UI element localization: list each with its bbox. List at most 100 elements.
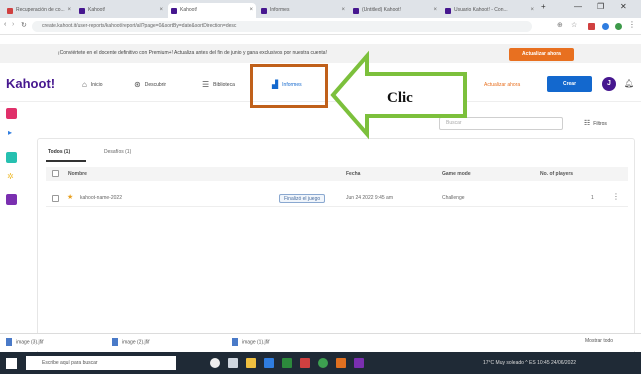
nav-item-label: Inicio bbox=[90, 81, 103, 88]
favicon-icon bbox=[261, 8, 267, 14]
task-view-icon[interactable] bbox=[228, 358, 238, 368]
close-tab-icon[interactable]: × bbox=[67, 3, 71, 18]
tab-underline bbox=[46, 160, 86, 162]
close-tab-icon[interactable]: × bbox=[159, 3, 163, 18]
favicon-icon bbox=[445, 8, 451, 14]
nav-item-inicio[interactable]: ⌂ Inicio bbox=[82, 80, 103, 89]
download-item[interactable]: image (1).jfif bbox=[232, 338, 270, 346]
browser-tab-label: Kahoot! bbox=[180, 7, 198, 13]
nav-item-descubrir[interactable]: ⊛ Descubrir bbox=[134, 80, 166, 89]
download-item[interactable]: image (3).jfif bbox=[6, 338, 44, 346]
browser-tab-label: Kahoot! bbox=[88, 7, 106, 13]
download-item[interactable]: image (2).jfif bbox=[112, 338, 150, 346]
browser-tab[interactable]: Informes × bbox=[258, 3, 348, 18]
rail-play-icon[interactable]: ▸ bbox=[8, 128, 12, 137]
extension-red-icon[interactable] bbox=[588, 23, 595, 30]
system-tray: 17°C Muy soleado ^ ES 10:45 24/06/2022 bbox=[483, 360, 577, 366]
new-tab-button[interactable]: + bbox=[541, 2, 546, 11]
row-menu-icon[interactable]: ⋮ bbox=[612, 192, 620, 201]
home-icon: ⌂ bbox=[82, 80, 87, 89]
favicon-icon bbox=[79, 8, 85, 14]
profile-icon[interactable] bbox=[602, 23, 609, 30]
cortana-icon[interactable] bbox=[210, 358, 220, 368]
browser-tab[interactable]: Usuario Kahoot! - Con... × bbox=[442, 3, 537, 18]
banner-upgrade-button[interactable]: Actualizar ahora bbox=[509, 48, 574, 61]
browser-tab[interactable]: Recuperación de co... × bbox=[4, 3, 74, 18]
word-icon[interactable] bbox=[264, 358, 274, 368]
select-all-checkbox[interactable] bbox=[52, 170, 59, 177]
column-header-date[interactable]: Fecha bbox=[346, 171, 360, 177]
nav-item-label: Biblioteca bbox=[213, 81, 235, 88]
favicon-icon bbox=[171, 8, 177, 14]
windows-start-icon[interactable] bbox=[6, 358, 17, 369]
file-explorer-icon[interactable] bbox=[246, 358, 256, 368]
create-button[interactable]: Crear bbox=[547, 76, 592, 92]
click-arrow-annotation: Clic bbox=[330, 50, 467, 140]
browser-menu-icon[interactable]: ⋮ bbox=[628, 20, 636, 29]
show-all-downloads[interactable]: Mostrar todo bbox=[585, 338, 613, 344]
browser-tab-bar: Recuperación de co... × Kahoot! × Kahoot… bbox=[0, 0, 641, 18]
powerpoint-icon[interactable] bbox=[300, 358, 310, 368]
row-checkbox[interactable] bbox=[52, 195, 59, 202]
download-item-label: image (3).jfif bbox=[16, 339, 44, 346]
browser-tab-label: Informes bbox=[270, 7, 290, 13]
url-input[interactable]: create.kahoot.it/user-reports/kahoot/rep… bbox=[32, 21, 532, 32]
kahoot-logo[interactable]: Kahoot! bbox=[6, 76, 55, 91]
nav-item-biblioteca[interactable]: ☰ Biblioteca bbox=[202, 80, 235, 89]
rail-pink-icon[interactable] bbox=[6, 108, 17, 119]
forward-icon[interactable]: › bbox=[12, 21, 14, 28]
teams-icon[interactable] bbox=[354, 358, 364, 368]
close-tab-icon[interactable]: × bbox=[249, 3, 253, 18]
column-header-name[interactable]: Nombre bbox=[68, 171, 87, 177]
maximize-button[interactable]: ❐ bbox=[597, 2, 604, 11]
compass-icon: ⊛ bbox=[134, 80, 141, 89]
download-item-label: image (2).jfif bbox=[122, 339, 150, 346]
library-icon: ☰ bbox=[202, 80, 210, 89]
report-name-link[interactable]: kahoot-name-2022 bbox=[80, 195, 122, 201]
filter-label: Filtros bbox=[593, 121, 607, 127]
filter-button[interactable]: ☷ Filtros bbox=[584, 119, 607, 127]
rail-purple-icon[interactable] bbox=[6, 194, 17, 205]
tab-todos[interactable]: Todos (1) bbox=[48, 149, 70, 155]
app-icon[interactable] bbox=[336, 358, 346, 368]
filter-icon: ☷ bbox=[584, 120, 591, 127]
report-date: Jun 24 2022 9:45 am bbox=[346, 195, 393, 201]
chrome-icon[interactable] bbox=[318, 358, 328, 368]
close-window-button[interactable]: ✕ bbox=[620, 2, 627, 11]
report-players: 1 bbox=[591, 195, 594, 201]
file-icon bbox=[112, 338, 118, 346]
reload-icon[interactable]: ↻ bbox=[21, 21, 27, 29]
browser-tab-label: Usuario Kahoot! - Con... bbox=[454, 7, 508, 13]
os-taskbar: Escribe aquí para buscar 17°C Muy solead… bbox=[0, 352, 641, 374]
table-row[interactable]: ★ kahoot-name-2022 Finalizó el juego Jun… bbox=[46, 190, 628, 207]
promo-banner: ¡Conviértete en el docente definitivo co… bbox=[0, 44, 641, 63]
browser-tab[interactable]: (Untitled) Kahoot! × bbox=[350, 3, 440, 18]
extension-icon[interactable]: ⊕ bbox=[557, 21, 563, 29]
sync-icon[interactable] bbox=[615, 23, 622, 30]
rail-star-icon[interactable]: ✲ bbox=[7, 172, 14, 181]
star-icon[interactable]: ☆ bbox=[571, 21, 577, 29]
column-header-players[interactable]: No. of players bbox=[540, 171, 573, 177]
notification-bell-icon[interactable]: 🔔︎ bbox=[624, 79, 634, 88]
tab-desafios[interactable]: Desafíos (1) bbox=[104, 149, 131, 155]
minimize-button[interactable]: — bbox=[574, 2, 582, 11]
left-rail: ▸ ✲ bbox=[6, 106, 22, 226]
browser-tab-active[interactable]: Kahoot! × bbox=[168, 3, 256, 18]
close-tab-icon[interactable]: × bbox=[433, 3, 437, 18]
table-header: Nombre Fecha Game mode No. of players bbox=[46, 167, 628, 181]
close-tab-icon[interactable]: × bbox=[530, 3, 534, 18]
avatar[interactable]: J bbox=[602, 77, 616, 91]
back-icon[interactable]: ‹ bbox=[4, 21, 6, 28]
file-icon bbox=[6, 338, 12, 346]
browser-tab[interactable]: Kahoot! × bbox=[76, 3, 166, 18]
downloads-bar: image (3).jfif image (2).jfif image (1).… bbox=[0, 333, 641, 351]
file-icon bbox=[232, 338, 238, 346]
rail-teal-icon[interactable] bbox=[6, 152, 17, 163]
taskbar-search-input[interactable]: Escribe aquí para buscar bbox=[26, 356, 176, 370]
address-bar-row: ‹ › ↻ create.kahoot.it/user-reports/kaho… bbox=[0, 18, 641, 35]
upgrade-link[interactable]: Actualizar ahora bbox=[484, 82, 520, 88]
column-header-mode[interactable]: Game mode bbox=[442, 171, 471, 177]
close-tab-icon[interactable]: × bbox=[341, 3, 345, 18]
star-icon[interactable]: ★ bbox=[67, 193, 73, 201]
excel-icon[interactable] bbox=[282, 358, 292, 368]
